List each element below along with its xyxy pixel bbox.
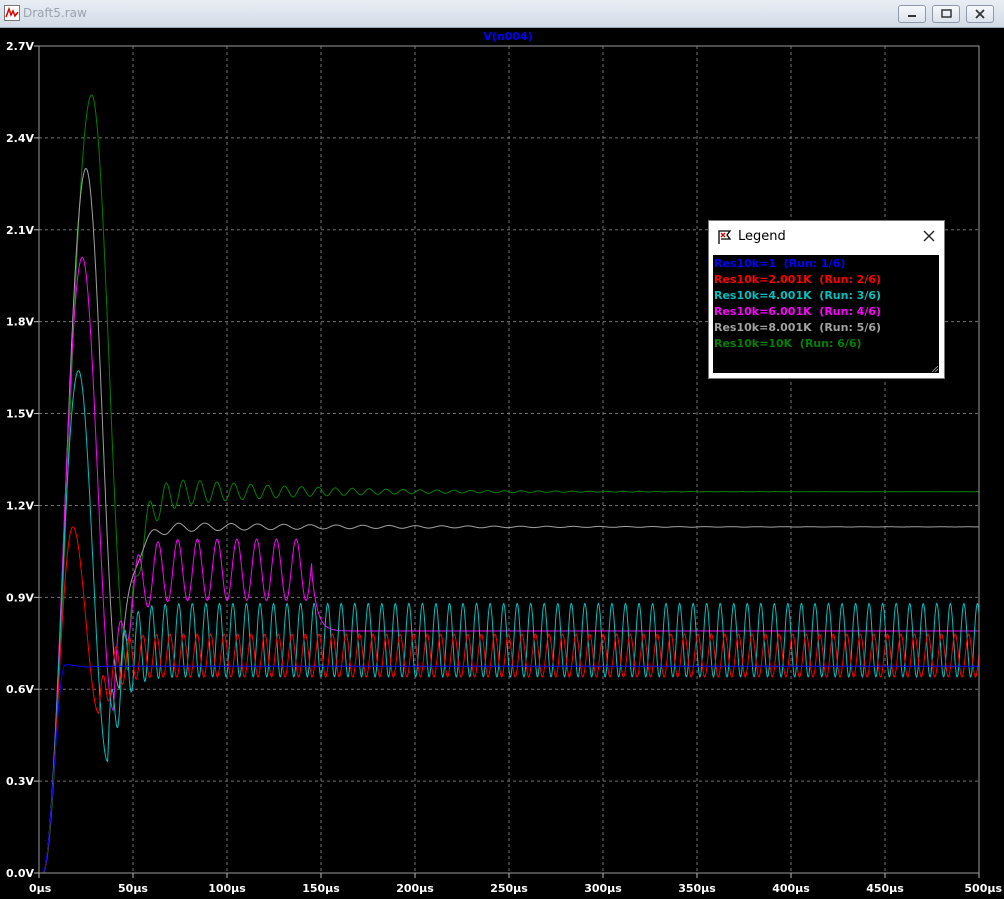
y-tick-label: 2.4V — [6, 132, 34, 145]
legend-window[interactable]: Legend Res10k=1 (Run: 1/6) Res10k=2.001K… — [708, 220, 945, 379]
legend-window-icon — [718, 230, 732, 244]
waveform-app-icon — [4, 5, 20, 21]
legend-titlebar[interactable]: Legend — [709, 221, 944, 253]
axes: 0µs 50µs 100µs 150µs 200µs 250µs 300µs 350µs 400… — [6, 40, 1002, 895]
restore-icon — [941, 9, 952, 18]
y-tick-label: 0.0V — [6, 867, 34, 880]
x-tick-label: 450µs — [866, 882, 904, 895]
close-button[interactable] — [966, 5, 994, 23]
close-icon — [975, 9, 985, 19]
window-titlebar: Draft5.raw — [0, 0, 1004, 28]
x-tick-label: 50µs — [118, 882, 148, 895]
legend-entry-run-2[interactable]: Res10k=2.001K (Run: 2/6) — [714, 272, 881, 287]
grid — [39, 46, 979, 873]
legend-entry-run-1[interactable]: Res10k=1 (Run: 1/6) — [714, 256, 845, 271]
minimize-icon — [908, 15, 916, 17]
y-tick-label: 1.8V — [6, 316, 34, 329]
y-tick-label: 2.1V — [6, 224, 34, 237]
y-tick-label: 0.3V — [6, 775, 34, 788]
x-tick-label: 350µs — [678, 882, 716, 895]
x-tick-label: 500µs — [964, 882, 1002, 895]
x-tick-label: 100µs — [208, 882, 246, 895]
maximize-button[interactable] — [932, 5, 960, 23]
x-tick-label: 0µs — [29, 882, 52, 895]
legend-close-icon[interactable] — [922, 229, 936, 243]
legend-list: Res10k=1 (Run: 1/6) Res10k=2.001K (Run: … — [713, 255, 939, 373]
y-tick-label: 0.9V — [6, 591, 34, 604]
x-tick-label: 200µs — [396, 882, 434, 895]
x-tick-label: 150µs — [302, 882, 340, 895]
x-tick-label: 400µs — [772, 882, 810, 895]
window-title: Draft5.raw — [23, 6, 87, 20]
y-tick-label: 0.6V — [6, 683, 34, 696]
minimize-button[interactable] — [898, 5, 926, 23]
y-tick-label: 2.7V — [6, 40, 34, 53]
legend-title: Legend — [738, 229, 786, 244]
legend-entry-run-6[interactable]: Res10k=10K (Run: 6/6) — [714, 336, 862, 351]
resize-grip-icon[interactable] — [932, 366, 938, 372]
x-tick-label: 300µs — [584, 882, 622, 895]
waveform-plot[interactable]: 0µs 50µs 100µs 150µs 200µs 250µs 300µs 350µs 400… — [0, 27, 1004, 899]
chart-title[interactable]: V(n004) — [483, 30, 532, 43]
legend-entry-run-3[interactable]: Res10k=4.001K (Run: 3/6) — [714, 288, 881, 303]
y-tick-label: 1.5V — [6, 408, 34, 421]
x-tick-label: 250µs — [490, 882, 528, 895]
legend-entry-run-5[interactable]: Res10k=8.001K (Run: 5/6) — [714, 320, 881, 335]
legend-entry-run-4[interactable]: Res10k=6.001K (Run: 4/6) — [714, 304, 881, 319]
y-tick-label: 1.2V — [6, 499, 34, 512]
